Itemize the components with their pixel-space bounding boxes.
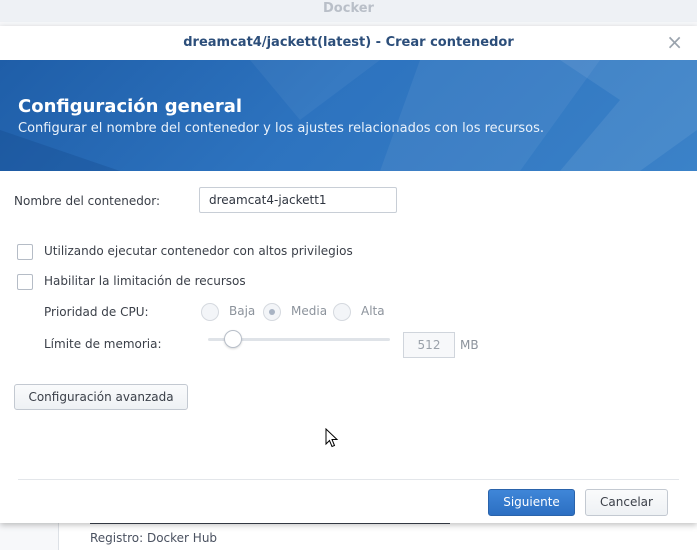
next-button[interactable]: Siguiente [488,489,575,516]
cpu-radio-low[interactable] [201,303,219,321]
container-name-label: Nombre del contenedor: [14,194,160,208]
resource-limit-label: Habilitar la limitación de recursos [44,274,246,288]
memory-unit-label: MB [460,338,479,352]
container-name-input[interactable]: dreamcat4-jackett1 [199,187,397,213]
background-registry-text: Registro: Docker Hub [90,531,218,545]
section-title: Configuración general [18,96,243,117]
create-container-dialog: dreamcat4/jackett(latest) - Crear conten… [0,26,697,523]
background-window-title: Docker [0,0,697,22]
cpu-radio-medium[interactable] [263,303,281,321]
memory-slider-handle[interactable] [224,330,242,348]
cpu-priority-label: Prioridad de CPU: [44,305,149,319]
mouse-pointer-icon [325,428,339,448]
close-icon[interactable]: × [666,26,683,60]
resource-limit-checkbox[interactable] [17,274,33,290]
memory-limit-label: Límite de memoria: [44,337,162,351]
footer-divider [18,479,679,480]
cpu-option-low-label: Baja [229,304,256,318]
privileged-label: Utilizando ejecutar contenedor con altos… [44,244,353,258]
dialog-title: dreamcat4/jackett(latest) - Crear conten… [183,35,514,50]
cpu-option-medium-label: Media [291,304,328,318]
cancel-button[interactable]: Cancelar [585,489,668,516]
privileged-checkbox[interactable] [17,244,33,260]
memory-limit-input[interactable]: 512 [403,332,455,358]
section-subtitle: Configurar el nombre del contenedor y lo… [18,121,545,136]
advanced-settings-button[interactable]: Configuración avanzada [14,384,188,410]
cpu-option-high-label: Alta [361,304,385,318]
header-banner: Configuración general Configurar el nomb… [0,60,697,171]
cpu-radio-high[interactable] [333,303,351,321]
